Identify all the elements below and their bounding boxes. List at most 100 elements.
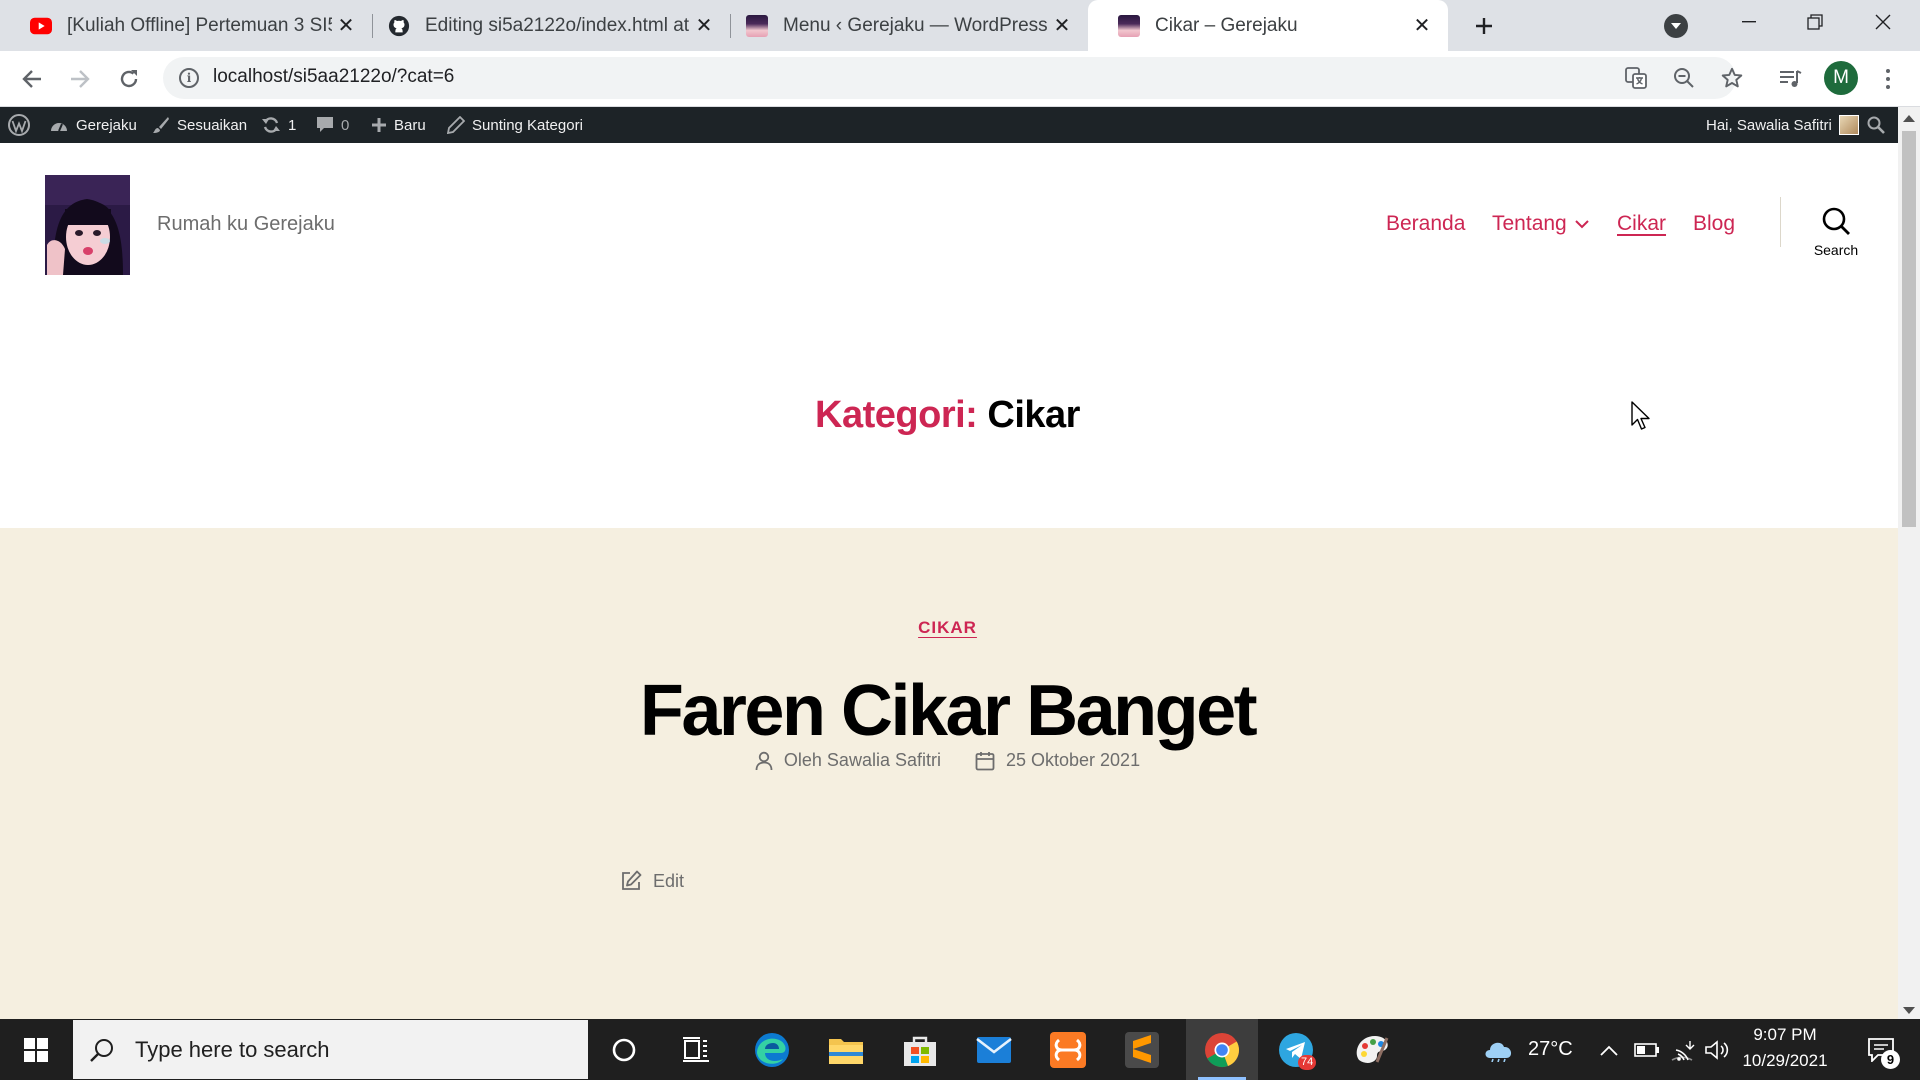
archive-title-prefix: Kategori: — [815, 394, 978, 436]
post-category-link[interactable]: CIKAR — [918, 618, 977, 637]
post-edit-link[interactable]: Edit — [620, 870, 684, 892]
tab-title: [Kuliah Offline] Pertemuan 3 SI5A — [67, 14, 332, 36]
nav-blog[interactable]: Blog — [1693, 212, 1735, 236]
sublime-taskbar-button[interactable] — [1106, 1019, 1178, 1080]
restore-button[interactable] — [1782, 0, 1848, 44]
paint-taskbar-button[interactable] — [1336, 1019, 1408, 1080]
site-search-toggle[interactable]: Search — [1808, 206, 1864, 260]
minimize-button[interactable] — [1716, 0, 1782, 44]
admin-bar-search-icon[interactable] — [1867, 107, 1885, 143]
nav-tentang-label: Tentang — [1492, 212, 1567, 235]
tab-search-button[interactable] — [1664, 14, 1688, 38]
forward-button[interactable] — [64, 63, 96, 95]
nav-beranda[interactable]: Beranda — [1386, 212, 1465, 236]
taskbar-clock[interactable]: 9:07 PM 10/29/2021 — [1736, 1022, 1834, 1074]
address-bar[interactable]: i localhost/si5aa2122o/?cat=6 — [163, 57, 1743, 99]
admin-bar-comments[interactable]: 0 — [316, 107, 349, 143]
scrollbar-thumb[interactable] — [1902, 131, 1916, 527]
site-info-icon[interactable]: i — [179, 68, 199, 88]
admin-bar-new[interactable]: Baru — [371, 107, 426, 143]
search-label: Search — [1813, 242, 1859, 258]
nav-tentang[interactable]: Tentang — [1492, 212, 1589, 236]
clock-time: 9:07 PM — [1753, 1025, 1817, 1044]
bookmark-star-icon[interactable] — [1720, 66, 1744, 90]
browser-tab-youtube[interactable]: [Kuliah Offline] Pertemuan 3 SI5A ✕ — [0, 0, 372, 51]
taskbar-search-box[interactable]: Type here to search — [73, 1020, 588, 1079]
archive-title: Kategori: Cikar — [0, 394, 1895, 437]
browser-tab-wp-menu[interactable]: Menu ‹ Gerejaku — WordPress ✕ — [716, 0, 1088, 51]
xampp-taskbar-button[interactable] — [1032, 1019, 1104, 1080]
weather-widget[interactable]: 27°C — [1482, 1019, 1573, 1080]
url-text[interactable]: localhost/si5aa2122o/?cat=6 — [213, 66, 454, 88]
comments-count: 0 — [341, 116, 350, 134]
admin-bar-customize[interactable]: Sesuaikan — [152, 107, 247, 143]
reload-icon — [120, 70, 138, 88]
github-icon — [388, 15, 410, 37]
mail-icon — [976, 1036, 1012, 1063]
post-entry: CIKAR Faren Cikar Banget Oleh Sawalia Sa… — [0, 528, 1898, 1019]
chrome-taskbar-button[interactable] — [1186, 1019, 1258, 1080]
comment-icon — [317, 117, 333, 132]
back-button[interactable] — [16, 63, 48, 95]
post-date-link[interactable]: 25 Oktober 2021 — [1006, 750, 1140, 771]
reload-button[interactable] — [113, 63, 145, 95]
file-explorer-taskbar-button[interactable] — [810, 1019, 882, 1080]
plus-icon — [1476, 18, 1492, 34]
tray-overflow-icon[interactable] — [1600, 1019, 1618, 1080]
site-name-label: Gerejaku — [76, 116, 137, 134]
task-view-icon — [683, 1036, 709, 1062]
post-title[interactable]: Faren Cikar Banget — [0, 670, 1895, 752]
task-view-button[interactable] — [660, 1019, 732, 1080]
chevron-down-icon — [1575, 219, 1589, 228]
store-taskbar-button[interactable] — [884, 1019, 956, 1080]
site-logo[interactable] — [45, 175, 130, 275]
site-tagline: Rumah ku Gerejaku — [157, 213, 335, 235]
wordpress-logo-icon[interactable] — [7, 107, 31, 143]
browser-tab-github[interactable]: Editing si5a2122o/index.html at m ✕ — [358, 0, 730, 51]
admin-bar-my-account[interactable]: Hai, Sawalia Safitri — [1706, 107, 1859, 143]
edge-taskbar-button[interactable] — [736, 1019, 808, 1080]
paint-palette-icon — [1356, 1035, 1389, 1063]
close-window-button[interactable] — [1850, 0, 1916, 44]
battery-icon[interactable] — [1634, 1019, 1660, 1080]
browser-toolbar: i localhost/si5aa2122o/?cat=6 M — [0, 51, 1920, 107]
admin-bar-updates[interactable]: 1 — [261, 107, 296, 143]
nav-cikar[interactable]: Cikar — [1617, 212, 1666, 236]
new-tab-button[interactable] — [1466, 8, 1502, 44]
post-author-link[interactable]: Oleh Sawalia Safitri — [784, 750, 941, 771]
mail-taskbar-button[interactable] — [958, 1019, 1030, 1080]
tab-title: Menu ‹ Gerejaku — WordPress — [783, 14, 1048, 36]
close-tab-icon[interactable]: ✕ — [690, 12, 718, 40]
volume-icon[interactable] — [1704, 1019, 1730, 1080]
telegram-taskbar-button[interactable]: 74 — [1260, 1019, 1332, 1080]
youtube-icon — [30, 15, 52, 37]
admin-bar-edit-category[interactable]: Sunting Kategori — [447, 107, 583, 143]
profile-avatar[interactable]: M — [1824, 61, 1858, 95]
plus-icon — [372, 118, 386, 132]
close-tab-icon[interactable]: ✕ — [332, 12, 360, 40]
media-controls-button[interactable] — [1774, 63, 1806, 95]
close-tab-icon[interactable]: ✕ — [1408, 12, 1436, 40]
minimize-icon — [1742, 21, 1756, 23]
wifi-icon[interactable] — [1670, 1019, 1696, 1080]
action-center-button[interactable]: 9 — [1856, 1019, 1906, 1080]
zoom-out-icon[interactable] — [1672, 66, 1696, 90]
scroll-down-icon[interactable] — [1903, 1007, 1915, 1014]
store-bag-icon — [904, 1036, 936, 1066]
browser-menu-icon[interactable] — [1876, 63, 1900, 95]
restore-icon — [1807, 14, 1823, 30]
page-scrollbar[interactable] — [1898, 107, 1920, 1019]
sublime-text-icon — [1125, 1031, 1159, 1068]
edit-icon — [622, 870, 642, 890]
start-button[interactable] — [0, 1019, 71, 1080]
close-tab-icon[interactable]: ✕ — [1048, 12, 1076, 40]
scroll-up-icon[interactable] — [1903, 115, 1915, 122]
calendar-icon — [975, 751, 995, 770]
browser-tab-active[interactable]: Cikar – Gerejaku ✕ — [1088, 0, 1448, 51]
search-icon — [1822, 207, 1850, 235]
cortana-button[interactable] — [588, 1019, 660, 1080]
admin-bar-site-name[interactable]: Gerejaku — [49, 107, 137, 143]
clock-date: 10/29/2021 — [1742, 1051, 1828, 1070]
close-icon — [1875, 14, 1891, 30]
translate-icon[interactable] — [1624, 66, 1648, 90]
